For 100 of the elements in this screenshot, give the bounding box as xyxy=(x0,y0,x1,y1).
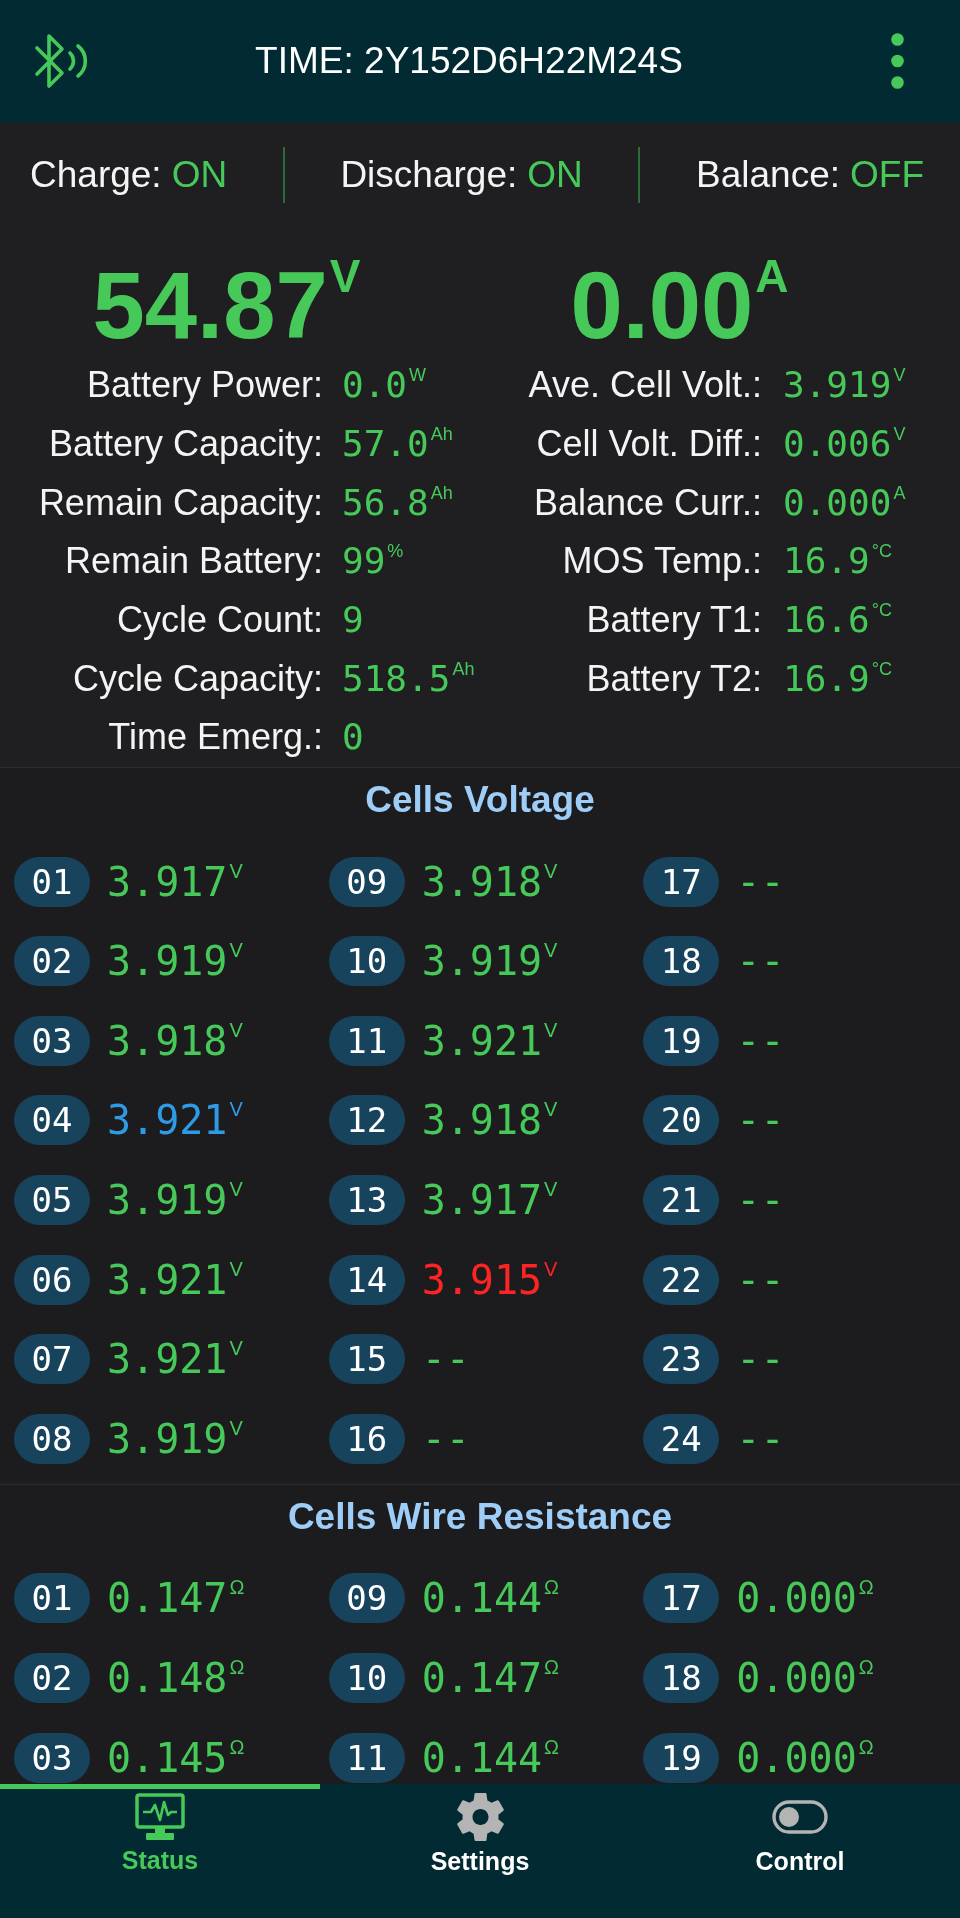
cell-number-badge: 09 xyxy=(328,1573,405,1624)
cell-number-badge: 18 xyxy=(643,936,720,987)
cell-number-badge: 17 xyxy=(643,856,720,907)
wire-resistance-value: 0.148$^{Ω}$ xyxy=(107,1654,245,1701)
stat-label: Remain Battery: xyxy=(64,540,323,583)
cell-number-badge: 17 xyxy=(643,1573,720,1624)
stat-value: 3.919$^{V}$ xyxy=(783,364,906,407)
runtime-title: TIME: 2Y152D6H22M24S xyxy=(255,39,683,83)
cell-voltage-value: 3.919$^{V}$ xyxy=(107,1415,243,1462)
cell-number-badge: 19 xyxy=(643,1015,720,1066)
nav-tab[interactable]: Control xyxy=(640,1784,960,1918)
wire-resistance-value: 0.000$^{Ω}$ xyxy=(736,1575,874,1622)
nav-tab[interactable]: Settings xyxy=(320,1784,640,1918)
cell-number-badge: 24 xyxy=(643,1413,720,1464)
stat-label: Battery Power: xyxy=(86,364,323,407)
cell-number-badge: 14 xyxy=(328,1254,405,1305)
wire-resistance-value: 0.147$^{Ω}$ xyxy=(421,1654,560,1701)
stat-value: 9 xyxy=(342,599,364,642)
cell-voltage-value: 3.921$^{V}$ xyxy=(421,1017,558,1064)
cell-number-badge: 11 xyxy=(328,1015,405,1066)
stat-label: Remain Capacity: xyxy=(38,481,323,524)
cell-number-badge: 02 xyxy=(14,936,90,987)
cell-voltage-value: 3.919$^{V}$ xyxy=(107,938,243,985)
cell-voltage-value: 3.917$^{V}$ xyxy=(421,1177,558,1223)
cell-voltage-value: 3.919$^{V}$ xyxy=(107,1177,243,1223)
cell-number-badge: 10 xyxy=(328,1652,405,1703)
toggle-icon xyxy=(772,1800,828,1834)
cell-number-badge: 03 xyxy=(14,1015,90,1066)
cell-voltage-value: -- xyxy=(421,1336,470,1383)
cell-number-badge: 07 xyxy=(14,1334,90,1385)
cell-voltage-value: 3.915$^{V}$ xyxy=(421,1256,558,1303)
stat-label: Time Emerg.: xyxy=(108,716,323,759)
switch-label: Charge: xyxy=(30,153,162,197)
stat-value: 16.9$^{°C}$ xyxy=(783,540,892,583)
stat-label: Cycle Count: xyxy=(116,599,323,642)
switch-label: Discharge: xyxy=(340,153,518,197)
cell-voltage-value: -- xyxy=(736,1415,785,1462)
bluetooth-icon[interactable] xyxy=(34,33,90,89)
cell-number-badge: 15 xyxy=(328,1334,405,1385)
cell-voltage-value: -- xyxy=(736,938,785,985)
stat-value: 99$^{%}$ xyxy=(342,540,404,583)
cell-number-badge: 02 xyxy=(14,1652,90,1703)
cell-voltage-value: 3.921$^{V}$ xyxy=(107,1256,243,1303)
cell-voltage-value: 3.917$^{V}$ xyxy=(107,858,243,905)
cell-voltage-value: 3.921$^{V}$ xyxy=(107,1097,243,1144)
cell-voltage-value: 3.919$^{V}$ xyxy=(421,938,558,985)
cell-voltage-value: 3.921$^{V}$ xyxy=(107,1336,243,1383)
stat-value: 0.006$^{V}$ xyxy=(783,423,906,466)
stat-label: Cell Volt. Diff.: xyxy=(536,423,762,466)
current-reading: 0.00$^{A}$ xyxy=(570,259,789,353)
cell-number-badge: 22 xyxy=(643,1254,720,1305)
cell-number-badge: 20 xyxy=(643,1095,720,1146)
cell-number-badge: 04 xyxy=(14,1095,90,1146)
menu-icon[interactable] xyxy=(891,33,904,89)
cell-number-badge: 06 xyxy=(14,1254,90,1305)
switch-label: Balance: xyxy=(696,153,840,197)
cell-voltage-value: -- xyxy=(421,1415,470,1462)
wire-resistance-value: 0.144$^{Ω}$ xyxy=(421,1734,560,1781)
wire-resistance-value: 0.145$^{Ω}$ xyxy=(107,1734,245,1781)
stat-value: 0 xyxy=(342,716,364,759)
panel-title: Cells Wire Resistance xyxy=(287,1494,673,1539)
stat-value: 518.5$^{Ah}$ xyxy=(342,657,475,700)
cell-number-badge: 10 xyxy=(328,936,405,987)
stat-value: 57.0$^{Ah}$ xyxy=(342,423,453,466)
cell-voltage-value: -- xyxy=(736,1177,785,1223)
cell-number-badge: 12 xyxy=(328,1095,405,1146)
cell-number-badge: 13 xyxy=(328,1175,405,1225)
wire-resistance-value: 0.144$^{Ω}$ xyxy=(421,1575,560,1622)
stat-value: 16.9$^{°C}$ xyxy=(783,657,892,700)
stat-label: Balance Curr.: xyxy=(533,481,762,524)
cell-number-badge: 23 xyxy=(643,1334,720,1385)
cell-voltage-value: 3.918$^{V}$ xyxy=(107,1017,243,1064)
nav-tab[interactable]: Status xyxy=(0,1784,320,1918)
stat-value: 0.000$^{A}$ xyxy=(783,481,906,524)
stat-value: 0.0$^{W}$ xyxy=(342,364,427,407)
wire-resistance-value: 0.000$^{Ω}$ xyxy=(736,1734,874,1781)
cell-voltage-value: -- xyxy=(736,1097,785,1144)
switch-status: ON xyxy=(527,153,583,197)
cell-number-badge: 18 xyxy=(643,1652,720,1703)
cell-voltage-value: -- xyxy=(736,1017,785,1064)
stat-label: Battery T1: xyxy=(586,599,762,642)
cell-number-badge: 08 xyxy=(14,1413,90,1464)
wire-resistance-value: 0.147$^{Ω}$ xyxy=(107,1575,245,1622)
cell-voltage-value: 3.918$^{V}$ xyxy=(421,858,558,905)
cell-number-badge: 05 xyxy=(14,1175,90,1225)
switch-status: ON xyxy=(171,153,228,197)
stat-label: MOS Temp.: xyxy=(562,540,762,583)
cell-voltage-value: 3.918$^{V}$ xyxy=(421,1097,558,1144)
settings-icon xyxy=(454,1793,506,1841)
cell-voltage-value: -- xyxy=(736,1336,785,1383)
stat-label: Ave. Cell Volt.: xyxy=(528,364,762,407)
switch-status: OFF xyxy=(850,153,924,197)
cell-number-badge: 21 xyxy=(643,1175,720,1225)
cell-number-badge: 16 xyxy=(328,1413,405,1464)
wire-resistance-value: 0.000$^{Ω}$ xyxy=(736,1654,874,1701)
stat-value: 16.6$^{°C}$ xyxy=(783,599,892,642)
cell-number-badge: 19 xyxy=(643,1732,720,1783)
total-voltage-reading: 54.87$^{V}$ xyxy=(92,259,361,353)
stat-label: Battery Capacity: xyxy=(48,423,323,466)
cell-number-badge: 11 xyxy=(328,1732,405,1783)
